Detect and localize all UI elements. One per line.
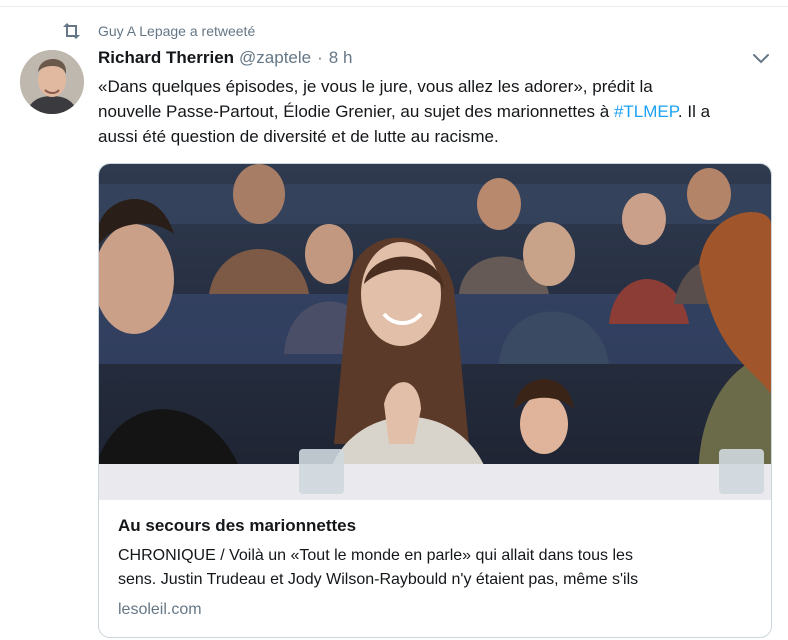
- card-title[interactable]: Au secours des marionnettes: [118, 514, 758, 538]
- card-body: Au secours des marionnettes CHRONIQUE / …: [118, 514, 758, 621]
- tweet-text-line: «Dans quelques épisodes, je vous le jure…: [98, 74, 773, 99]
- retweet-context[interactable]: Guy A Lepage a retweeté: [62, 21, 255, 41]
- avatar-photo: [20, 50, 84, 114]
- separator: ·: [317, 48, 323, 67]
- chevron-down-icon[interactable]: [752, 52, 770, 66]
- card-domain[interactable]: lesoleil.com: [118, 599, 758, 621]
- retweet-label: Guy A Lepage a retweeté: [98, 23, 256, 39]
- retweet-icon: [63, 23, 80, 39]
- tweet-text: «Dans quelques épisodes, je vous le jure…: [98, 74, 773, 149]
- author-handle[interactable]: @zaptele: [239, 48, 311, 68]
- timestamp[interactable]: 8 h: [329, 48, 353, 68]
- tweet-text-segment: . Il a: [677, 102, 711, 121]
- card-photo: [99, 164, 771, 500]
- card-description: CHRONIQUE / Voilà un «Tout le monde en p…: [118, 544, 758, 592]
- hashtag-link[interactable]: #TLMEP: [614, 102, 678, 121]
- divider: [0, 6, 788, 7]
- tweet-text-segment: aussi été question de diversité et de lu…: [98, 127, 499, 146]
- card-description-line: CHRONIQUE / Voilà un «Tout le monde en p…: [118, 547, 633, 564]
- link-card[interactable]: Au secours des marionnettes CHRONIQUE / …: [98, 163, 772, 638]
- card-description-line: sens. Justin Trudeau et Jody Wilson-Rayb…: [118, 571, 639, 588]
- tweet-text-line: aussi été question de diversité et de lu…: [98, 124, 773, 149]
- tweet-header: Richard Therrien @zaptele · 8 h: [98, 45, 352, 71]
- tweet-text-segment: nouvelle Passe-Partout, Élodie Grenier, …: [98, 102, 614, 121]
- tweet-text-line: nouvelle Passe-Partout, Élodie Grenier, …: [98, 99, 773, 124]
- tweet-text-segment: «Dans quelques épisodes, je vous le jure…: [98, 77, 653, 96]
- avatar[interactable]: [20, 50, 84, 114]
- author-name[interactable]: Richard Therrien: [98, 48, 234, 68]
- card-image[interactable]: [99, 164, 771, 500]
